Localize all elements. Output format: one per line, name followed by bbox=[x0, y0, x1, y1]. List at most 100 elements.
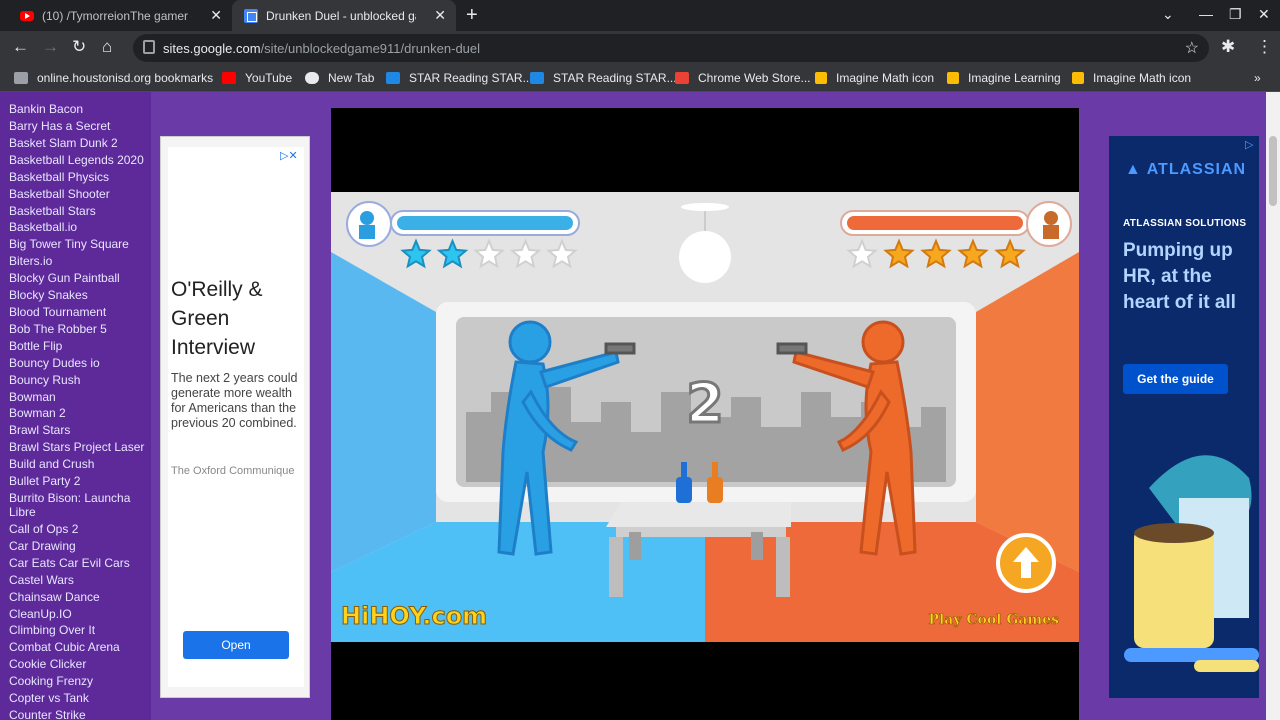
reload-icon[interactable]: ↻ bbox=[72, 37, 86, 57]
sidebar-game-link[interactable]: Basketball Legends 2020 bbox=[9, 153, 151, 167]
sidebar-game-link[interactable]: Bouncy Dudes io bbox=[9, 355, 151, 372]
minimize-icon[interactable]: — bbox=[1199, 6, 1213, 22]
scrollbar-thumb[interactable] bbox=[1269, 136, 1277, 206]
more-bookmarks-icon[interactable]: » bbox=[1254, 71, 1261, 85]
sidebar-game-link[interactable]: Bouncy Rush bbox=[9, 372, 151, 389]
close-window-icon[interactable]: ✕ bbox=[1258, 6, 1270, 23]
close-icon[interactable]: ✕ bbox=[210, 7, 222, 24]
sidebar-game-link[interactable]: CleanUp.IO bbox=[9, 606, 151, 623]
game-canvas[interactable]: 2 HiHOY.com Play Cool Games bbox=[331, 192, 1079, 642]
globe-icon bbox=[305, 72, 319, 84]
play-cool-games-link[interactable]: Play Cool Games bbox=[928, 612, 1059, 629]
sidebar-game-link[interactable]: Call of Ops 2 bbox=[9, 521, 151, 538]
sidebar-game-link[interactable]: Cooking Frenzy bbox=[9, 673, 151, 690]
new-tab-button[interactable]: + bbox=[466, 4, 478, 27]
page-content: Bankin Bacon Barry Has a Secret Basket Sla… bbox=[0, 92, 1280, 720]
sidebar-game-link[interactable]: Bob The Robber 5 bbox=[9, 321, 151, 338]
sidebar-game-link[interactable]: Basketball Shooter bbox=[9, 186, 151, 203]
bookmark-folder[interactable]: online.houstonisd.org bookmarks bbox=[14, 71, 213, 85]
sidebar-game-link[interactable]: Bankin Bacon bbox=[9, 101, 151, 118]
bookmark-imagine-math[interactable]: Imagine Math icon bbox=[815, 71, 934, 85]
blue-head bbox=[508, 320, 552, 364]
sidebar-game-link[interactable]: Blocky Gun Paintball bbox=[9, 270, 151, 287]
sidebar-game-link[interactable]: Basket Slam Dunk 2 bbox=[9, 135, 151, 152]
orange-pistol-icon bbox=[776, 342, 808, 355]
table-top bbox=[606, 502, 791, 527]
bookmark-youtube[interactable]: YouTube bbox=[222, 71, 292, 85]
sidebar-game-link[interactable]: Car Eats Car Evil Cars bbox=[9, 555, 151, 572]
sidebar-game-link[interactable]: Build and Crush bbox=[9, 456, 151, 473]
orange-avatar-body bbox=[1043, 225, 1059, 239]
back-icon[interactable]: ← bbox=[12, 37, 29, 57]
sidebar-game-link[interactable]: Barry Has a Secret bbox=[9, 118, 151, 135]
folder-icon bbox=[14, 72, 28, 84]
sidebar-game-link[interactable]: Counter Strike bbox=[9, 707, 151, 720]
blue-pistol-icon bbox=[604, 342, 636, 355]
tab-drunken-duel[interactable]: Drunken Duel - unblocked ga ✕ bbox=[232, 0, 456, 31]
sidebar-game-link[interactable]: Bowman bbox=[9, 389, 151, 406]
adchoices-icon[interactable]: ▷✕ bbox=[280, 149, 298, 162]
countdown-number: 2 bbox=[686, 372, 724, 435]
sidebar-game-link[interactable]: Combat Cubic Arena bbox=[9, 639, 151, 656]
ad-illustration bbox=[1124, 455, 1259, 672]
sidebar-game-link[interactable]: Castel Wars bbox=[9, 572, 151, 589]
bookmark-imagine-math[interactable]: Imagine Math icon bbox=[1072, 71, 1191, 85]
toolbar: ← → ↻ ⌂ sites.google.com/site/unblockedg… bbox=[0, 31, 1280, 65]
sidebar-game-link[interactable]: Burrito Bison: Launcha Libre bbox=[9, 491, 151, 519]
hihoy-logo[interactable]: HiHOY.com bbox=[341, 602, 488, 631]
restore-icon[interactable]: ❐ bbox=[1229, 6, 1242, 23]
bookmark-star-reading[interactable]: STAR Reading STAR... bbox=[530, 71, 677, 85]
get-the-guide-button[interactable]: Get the guide bbox=[1123, 364, 1228, 394]
sidebar-game-link[interactable]: Brawl Stars bbox=[9, 422, 151, 439]
sidebar-game-link[interactable]: Copter vs Tank bbox=[9, 690, 151, 707]
sidebar-game-link[interactable]: Bowman 2 bbox=[9, 405, 151, 422]
bookmark-star-reading[interactable]: STAR Reading STAR... bbox=[386, 71, 533, 85]
ad-headline[interactable]: O'Reilly & Green Interview bbox=[171, 275, 301, 362]
bookmark-new-tab[interactable]: New Tab bbox=[305, 71, 374, 85]
sidebar-game-link[interactable]: Bullet Party 2 bbox=[9, 473, 151, 490]
sidebar-game-link[interactable]: Basketball Physics bbox=[9, 169, 151, 186]
orange-bottle[interactable] bbox=[707, 477, 723, 503]
forward-icon[interactable]: → bbox=[42, 37, 59, 57]
sidebar-game-link[interactable]: Blocky Snakes bbox=[9, 287, 151, 304]
ad-content: ▷✕ O'Reilly & Green Interview The next 2… bbox=[168, 147, 304, 687]
blue-avatar-head bbox=[360, 211, 374, 225]
table-leg bbox=[776, 537, 790, 597]
bookmark-imagine-learning[interactable]: Imagine Learning bbox=[947, 71, 1061, 85]
page-scrollbar[interactable] bbox=[1266, 92, 1280, 720]
close-icon[interactable]: ✕ bbox=[434, 7, 446, 24]
table-leg bbox=[751, 532, 763, 560]
sidebar-game-link[interactable]: Bottle Flip bbox=[9, 338, 151, 355]
ad-right[interactable]: ▷ ▲ ATLASSIAN ATLASSIAN SOLUTIONS Pumpin… bbox=[1109, 136, 1259, 698]
sidebar-game-link[interactable]: Basketball.io bbox=[9, 219, 151, 236]
tab-youtube[interactable]: (10) /TymorreionThe gamer - Yo ✕ bbox=[8, 0, 232, 31]
game-frame[interactable]: 2 HiHOY.com Play Cool Games bbox=[331, 108, 1079, 720]
games-sidebar: Bankin Bacon Barry Has a Secret Basket Sla… bbox=[0, 92, 151, 720]
table-leg bbox=[629, 532, 641, 560]
ad-source: The Oxford Communique bbox=[171, 465, 295, 477]
sidebar-game-link[interactable]: Climbing Over It bbox=[9, 622, 151, 639]
menu-icon[interactable]: ⋮ bbox=[1256, 37, 1273, 57]
sidebar-game-link[interactable]: Blood Tournament bbox=[9, 304, 151, 321]
sidebar-game-link[interactable]: Chainsaw Dance bbox=[9, 589, 151, 606]
home-icon[interactable]: ⌂ bbox=[102, 37, 112, 57]
extensions-icon[interactable]: ✱ bbox=[1221, 37, 1235, 57]
lock-icon[interactable] bbox=[143, 40, 155, 54]
orange-head bbox=[861, 320, 905, 364]
ad-open-button[interactable]: Open bbox=[183, 631, 289, 659]
blue-bottle[interactable] bbox=[676, 477, 692, 503]
ad-left[interactable]: ▷✕ O'Reilly & Green Interview The next 2… bbox=[160, 136, 310, 698]
bookmark-star-icon[interactable]: ☆ bbox=[1185, 38, 1199, 58]
sidebar-game-link[interactable]: Biters.io bbox=[9, 253, 151, 270]
sidebar-game-link[interactable]: Cookie Clicker bbox=[9, 656, 151, 673]
sidebar-game-link[interactable]: Big Tower Tiny Square bbox=[9, 236, 151, 253]
tab-search-icon[interactable]: ⌄ bbox=[1162, 6, 1174, 23]
google-sites-icon bbox=[244, 8, 258, 23]
sidebar-game-link[interactable]: Car Drawing bbox=[9, 538, 151, 555]
sidebar-game-link[interactable]: Basketball Stars bbox=[9, 203, 151, 220]
adchoices-icon[interactable]: ▷ bbox=[1245, 138, 1253, 151]
bookmark-chrome-web-store[interactable]: Chrome Web Store... bbox=[675, 71, 811, 85]
sidebar-game-link[interactable]: Brawl Stars Project Laser bbox=[9, 440, 151, 454]
ad-body: The next 2 years could generate more wea… bbox=[171, 371, 298, 430]
address-bar[interactable]: sites.google.com/site/unblockedgame911/d… bbox=[133, 34, 1209, 62]
